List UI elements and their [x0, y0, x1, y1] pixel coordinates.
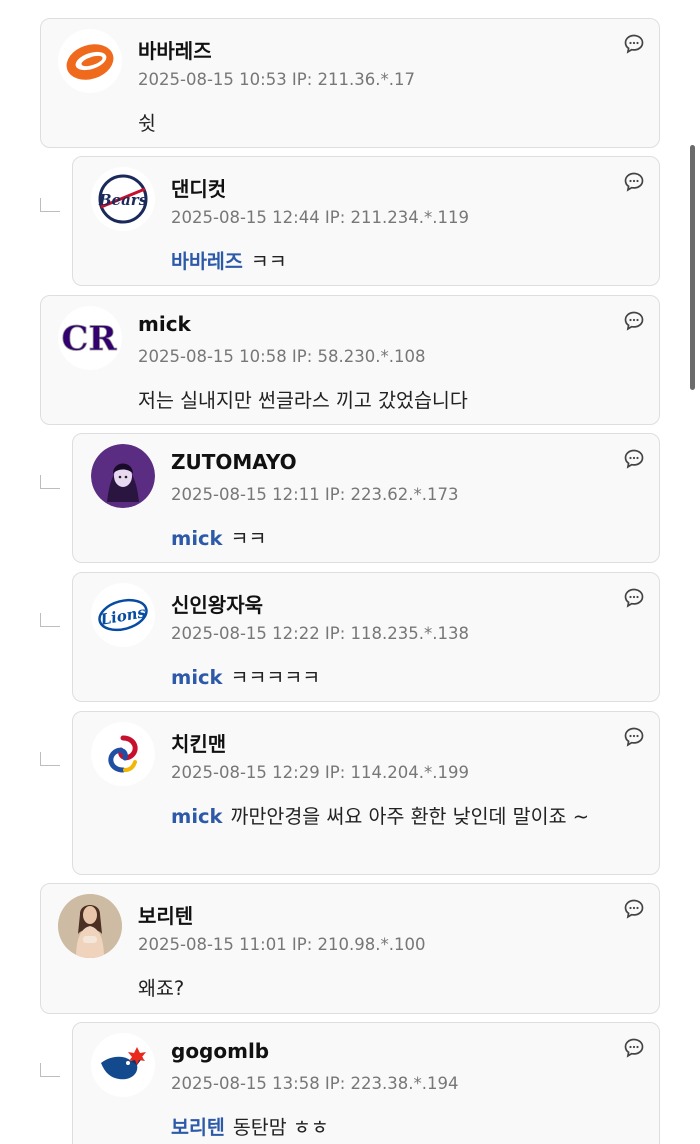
bears-logo-icon[interactable]: Bears: [91, 167, 155, 231]
reply-indicator-icon: [40, 198, 60, 212]
comment-author[interactable]: gogomlb: [171, 1039, 269, 1063]
reply-card: gogomlb 2025-08-15 13:58 IP: 223.38.*.19…: [72, 1022, 660, 1144]
comment-text: 보리텐 동탄맘 ㅎㅎ: [171, 1109, 641, 1144]
comment-meta: 2025-08-15 12:22 IP: 118.235.*.138: [171, 624, 470, 643]
cr-logo-icon[interactable]: CR: [58, 306, 122, 370]
comment-card: 보리텐 2025-08-15 11:01 IP: 210.98.*.100 왜죠…: [40, 883, 660, 1014]
reply-card: 치킨맨 2025-08-15 12:29 IP: 114.204.*.199 m…: [72, 711, 660, 875]
speech-bubble-icon[interactable]: [623, 587, 645, 609]
speech-bubble-icon[interactable]: [623, 310, 645, 332]
comment-meta: 2025-08-15 11:01 IP: 210.98.*.100: [138, 935, 426, 954]
speech-bubble-icon[interactable]: [623, 448, 645, 470]
comment-body: ㅋㅋ: [230, 527, 267, 550]
comment-body: 쉿: [138, 112, 156, 135]
comment-body: 동탄맘 ㅎㅎ: [232, 1116, 329, 1139]
comment-card: 바바레즈 2025-08-15 10:53 IP: 211.36.*.17 쉿: [40, 18, 660, 148]
reply-indicator-icon: [40, 1063, 60, 1077]
comment-author[interactable]: mick: [138, 312, 191, 336]
speech-bubble-icon[interactable]: [623, 171, 645, 193]
speech-bubble-icon[interactable]: [623, 898, 645, 920]
comment-body: 까만안경을 써요 아주 환한 낮인데 말이죠 ~: [230, 805, 590, 828]
comment-author[interactable]: ZUTOMAYO: [171, 450, 297, 474]
comment-text: mick 까만안경을 써요 아주 환한 낮인데 말이죠 ~: [171, 798, 641, 836]
comment-body: 저는 실내지만 썬글라스 끼고 갔었습니다: [138, 389, 468, 412]
reply-indicator-icon: [40, 475, 60, 489]
comment-body: 왜죠?: [138, 977, 185, 1000]
mention-link[interactable]: 보리텐: [171, 1116, 225, 1139]
comment-text: mick ㅋㅋㅋㅋㅋ: [171, 659, 641, 697]
comment-author[interactable]: 댄디컷: [171, 173, 226, 202]
lions-logo-icon[interactable]: Lions: [91, 583, 155, 647]
speech-bubble-icon[interactable]: [623, 726, 645, 748]
comment-meta: 2025-08-15 10:58 IP: 58.230.*.108: [138, 347, 426, 366]
reply-indicator-icon: [40, 613, 60, 627]
comment-author[interactable]: 바바레즈: [138, 35, 212, 64]
swirl-logo-icon[interactable]: [91, 722, 155, 786]
speech-bubble-icon[interactable]: [623, 33, 645, 55]
comment-text: 쉿: [138, 105, 156, 143]
reply-card: Bears 댄디컷 2025-08-15 12:44 IP: 211.234.*…: [72, 156, 660, 286]
comment-text: 바바레즈 ㅋㅋ: [171, 243, 641, 281]
comment-meta: 2025-08-15 13:58 IP: 223.38.*.194: [171, 1074, 459, 1093]
mention-link[interactable]: mick: [171, 805, 223, 828]
speech-bubble-icon[interactable]: [623, 1037, 645, 1059]
mention-link[interactable]: mick: [171, 666, 223, 689]
comment-card: CR mick 2025-08-15 10:58 IP: 58.230.*.10…: [40, 295, 660, 425]
comment-text: mick ㅋㅋ: [171, 520, 641, 558]
orange-circle-logo-icon[interactable]: [58, 29, 122, 93]
comment-author[interactable]: 치킨맨: [171, 728, 226, 757]
comment-meta: 2025-08-15 10:53 IP: 211.36.*.17: [138, 70, 416, 89]
svg-text:Bears: Bears: [98, 191, 148, 209]
reply-card: ZUTOMAYO 2025-08-15 12:11 IP: 223.62.*.1…: [72, 433, 660, 563]
reply-card: Lions 신인왕자욱 2025-08-15 12:22 IP: 118.235…: [72, 572, 660, 702]
purple-character-avatar-icon[interactable]: [91, 444, 155, 508]
person-photo-avatar-icon[interactable]: [58, 894, 122, 958]
comment-text: 왜죠?: [138, 970, 184, 1008]
comment-author[interactable]: 보리텐: [138, 900, 193, 929]
comment-text: 저는 실내지만 썬글라스 끼고 갔었습니다: [138, 382, 468, 420]
comment-meta: 2025-08-15 12:29 IP: 114.204.*.199: [171, 763, 470, 782]
blue-jays-logo-icon[interactable]: [91, 1033, 155, 1097]
scrollbar[interactable]: [690, 145, 695, 390]
comment-body: ㅋㅋ: [250, 250, 287, 273]
mention-link[interactable]: 바바레즈: [171, 250, 243, 273]
comment-body: ㅋㅋㅋㅋㅋ: [230, 666, 321, 689]
comment-author[interactable]: 신인왕자욱: [171, 589, 263, 618]
svg-text:CR: CR: [61, 319, 117, 359]
comment-meta: 2025-08-15 12:44 IP: 211.234.*.119: [171, 208, 470, 227]
comment-meta: 2025-08-15 12:11 IP: 223.62.*.173: [171, 485, 459, 504]
reply-indicator-icon: [40, 752, 60, 766]
mention-link[interactable]: mick: [171, 527, 223, 550]
